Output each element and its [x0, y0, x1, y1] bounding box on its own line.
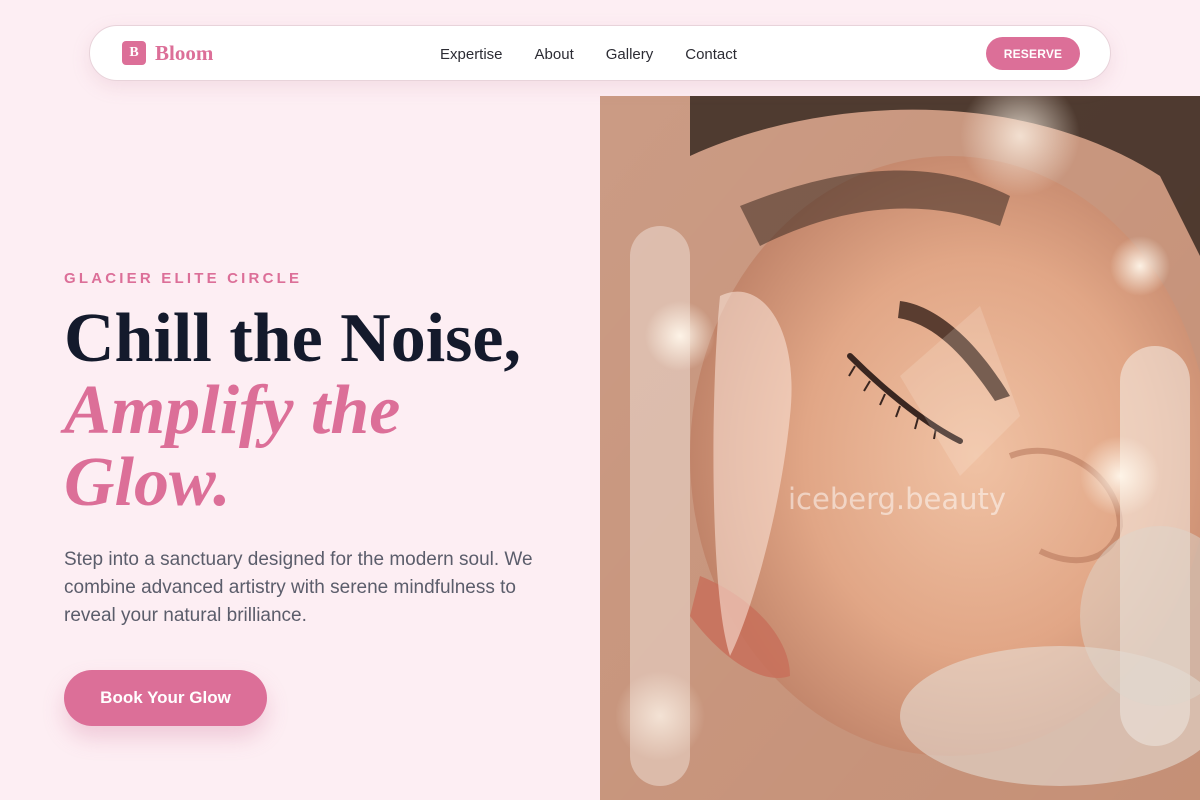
watermark-text: iceberg.beauty: [788, 482, 1007, 516]
headline-line-2: Amplify the Glow.: [64, 372, 401, 521]
headline-line-1: Chill the Noise,: [64, 300, 521, 377]
logo-mark-icon: B: [122, 41, 146, 65]
hero-photo: iceberg.beauty: [600, 96, 1200, 800]
nav-link-contact[interactable]: Contact: [685, 46, 737, 63]
photo-illustration: [600, 96, 1200, 800]
hero-eyebrow: GLACIER ELITE CIRCLE: [64, 270, 303, 287]
hero-headline: Chill the Noise, Amplify the Glow.: [64, 303, 584, 519]
nav-links: Expertise About Gallery Contact: [440, 26, 769, 82]
brand-name: Bloom: [155, 41, 214, 65]
hero-subtext: Step into a sanctuary designed for the m…: [64, 549, 533, 626]
brand-logo[interactable]: B Bloom: [122, 41, 213, 65]
reserve-button[interactable]: RESERVE: [986, 37, 1080, 70]
nav-link-gallery[interactable]: Gallery: [606, 46, 654, 63]
top-navbar: B Bloom Expertise About Gallery Contact …: [89, 25, 1111, 81]
book-your-glow-button[interactable]: Book Your Glow: [64, 670, 267, 726]
nav-link-expertise[interactable]: Expertise: [440, 46, 503, 63]
nav-link-about[interactable]: About: [535, 46, 574, 63]
